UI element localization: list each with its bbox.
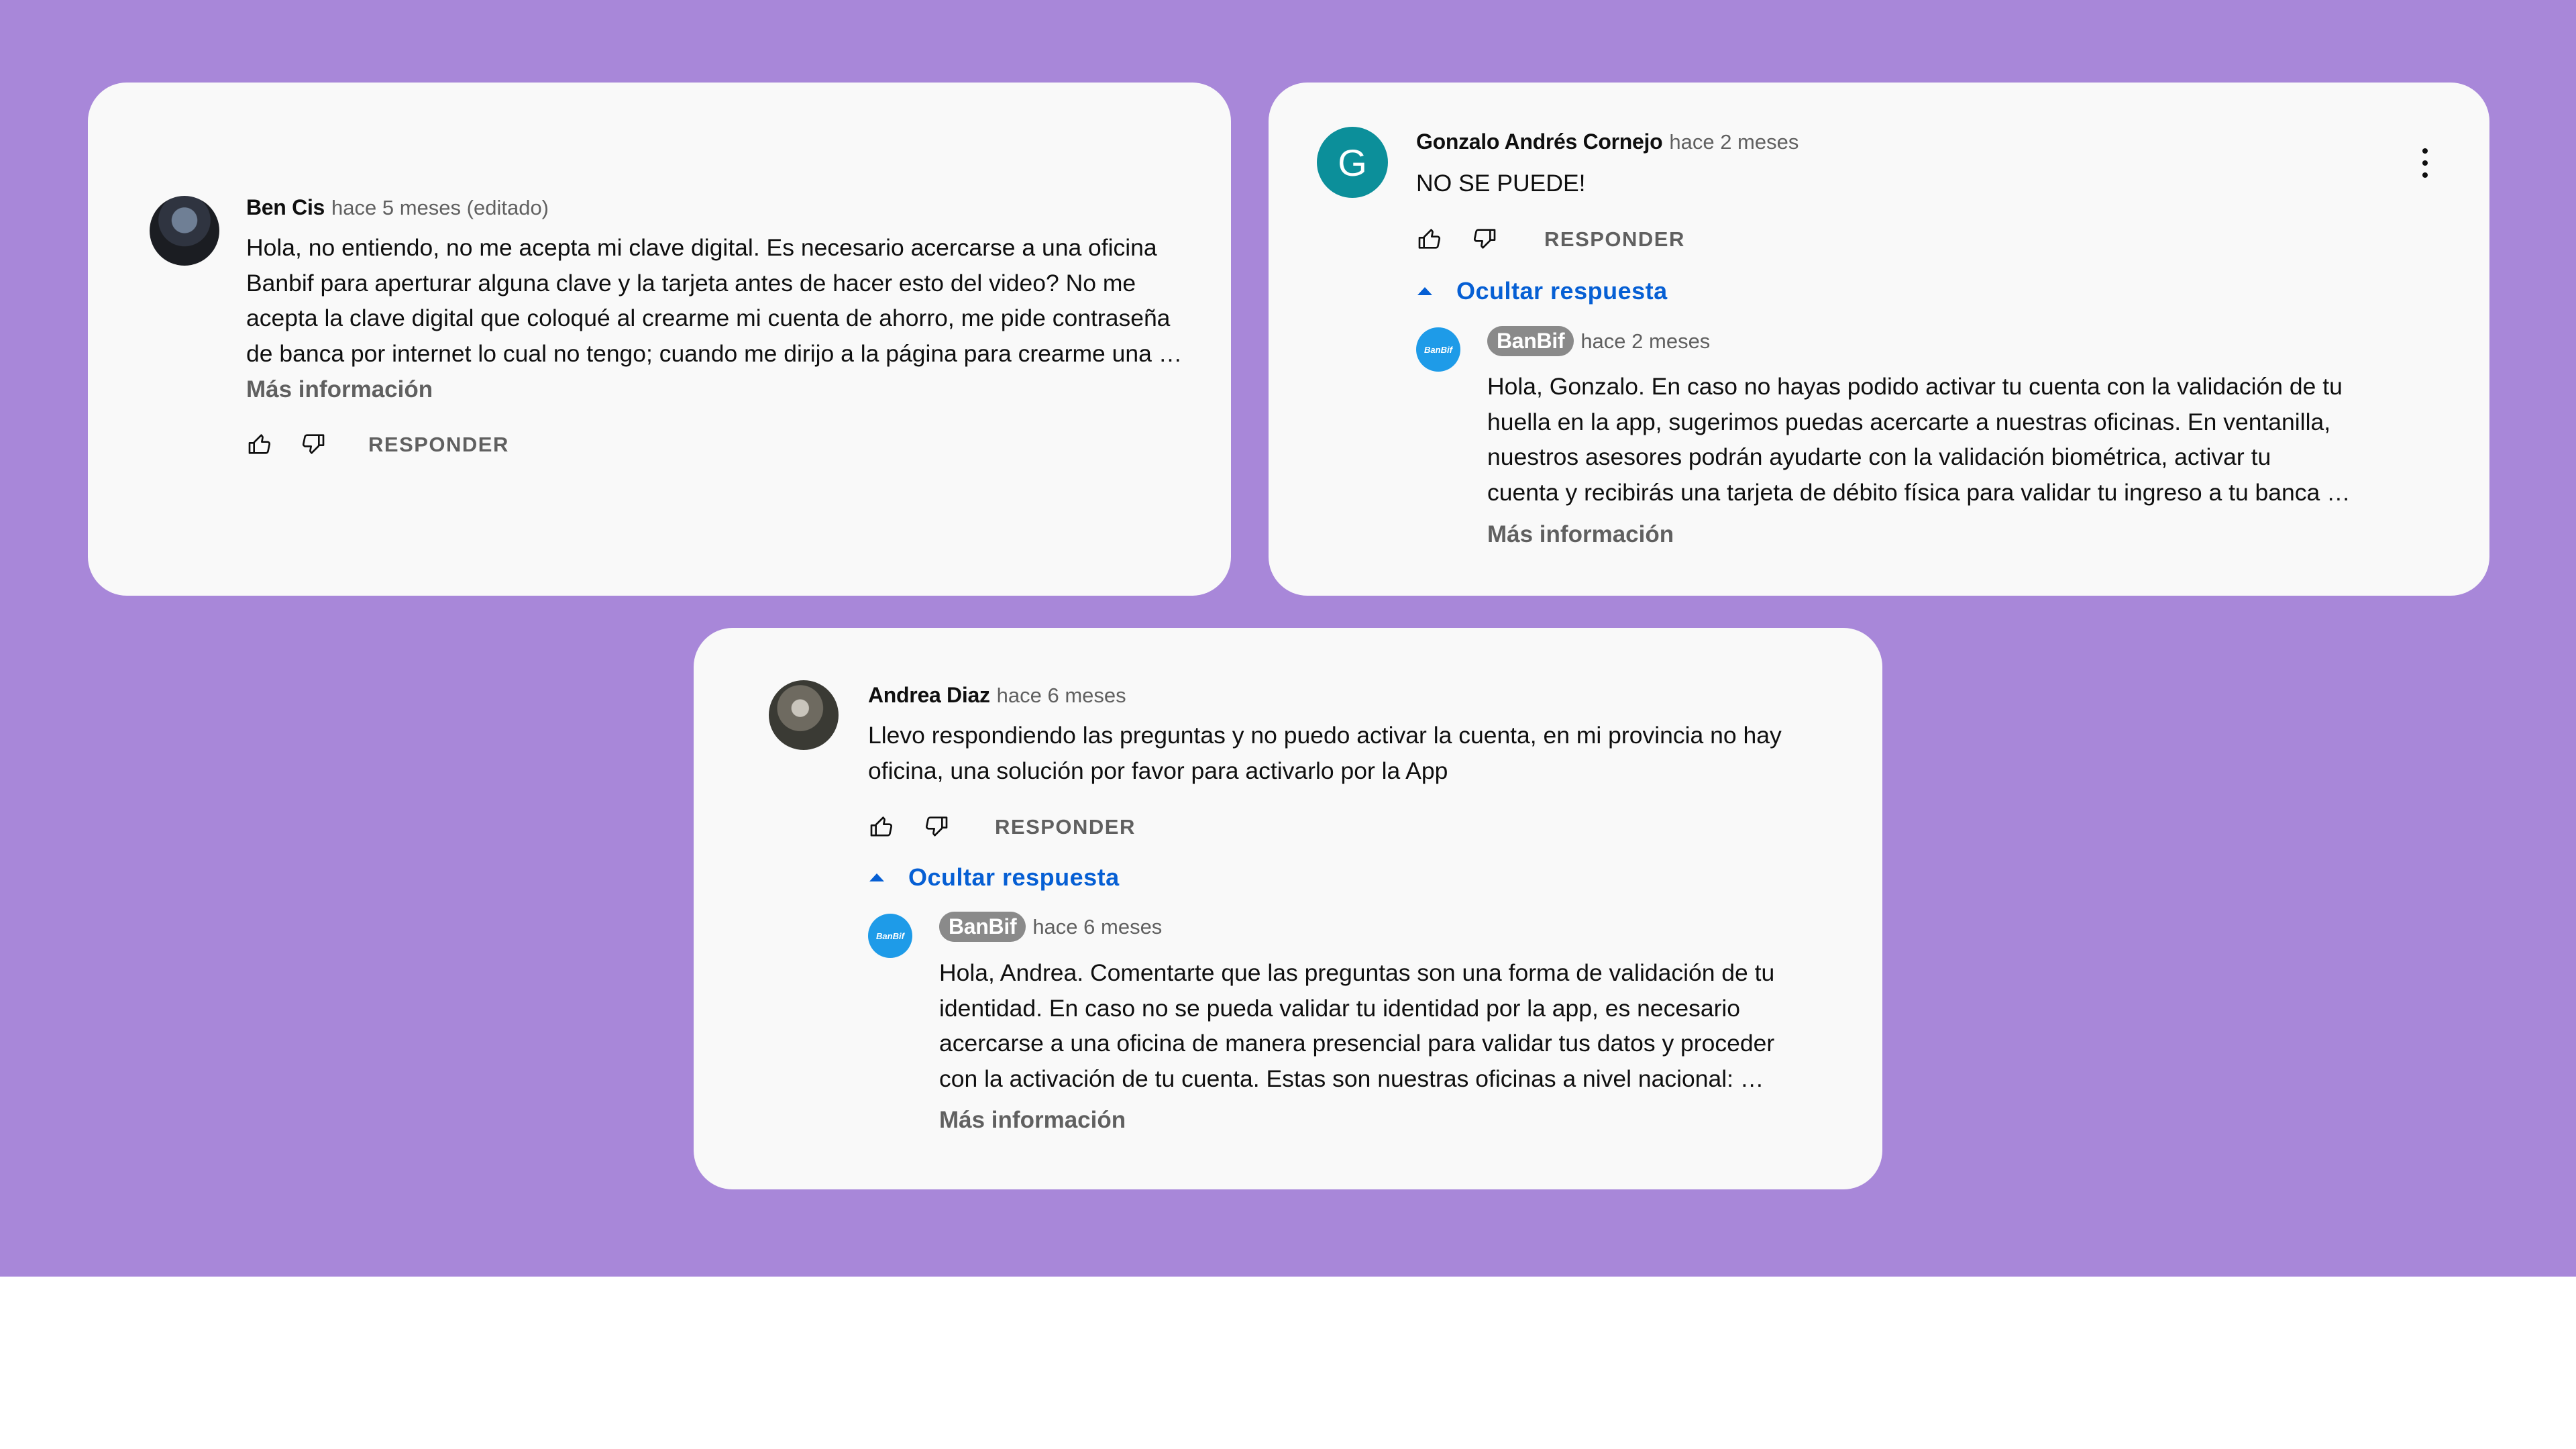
reply-button[interactable]: RESPONDER xyxy=(995,815,1136,839)
avatar[interactable]: BanBif xyxy=(1416,327,1460,372)
reply-time[interactable]: hace 2 meses xyxy=(1580,329,1710,354)
avatar[interactable] xyxy=(769,680,839,750)
thumb-down-icon[interactable] xyxy=(300,431,327,458)
thumb-down-icon[interactable] xyxy=(1471,225,1498,252)
show-more-link[interactable]: Más información xyxy=(1487,521,1674,548)
comment-line: Llevo respondiendo las preguntas y no pu… xyxy=(868,722,1782,749)
reply-line: con la activación de tu cuenta. Estas so… xyxy=(939,1065,1764,1092)
hide-replies-label: Ocultar respuesta xyxy=(908,863,1120,891)
comment-text: NO SE PUEDE! xyxy=(1416,166,1586,201)
author-name[interactable]: Ben Cis xyxy=(246,195,325,220)
comment-text: Hola, no entiendo, no me acepta mi clave… xyxy=(246,230,1182,371)
avatar[interactable]: G xyxy=(1317,127,1388,198)
comment-header: Ben Cis hace 5 meses (editado) xyxy=(246,195,549,220)
reply-line: acercarse a una oficina de manera presen… xyxy=(939,1030,1775,1057)
comment-header: Gonzalo Andrés Cornejo hace 2 meses xyxy=(1416,129,1799,154)
author-name[interactable]: Gonzalo Andrés Cornejo xyxy=(1416,129,1663,154)
comment-line: Hola, no entiendo, no me acepta mi clave… xyxy=(246,234,1157,261)
avatar[interactable] xyxy=(150,196,219,266)
reply-line: cuenta y recibirás una tarjeta de débito… xyxy=(1487,478,2351,506)
comment-card: Ben Cis hace 5 meses (editado) Hola, no … xyxy=(88,83,1231,596)
reply-button[interactable]: RESPONDER xyxy=(1544,227,1685,252)
more-vert-icon[interactable] xyxy=(2418,143,2432,183)
reply-line: nuestros asesores podrán ayudarte con la… xyxy=(1487,443,2271,470)
comment-time[interactable]: hace 2 meses xyxy=(1669,130,1799,154)
comment-time[interactable]: hace 6 meses xyxy=(997,684,1126,708)
reply-header: BanBif hace 6 meses xyxy=(939,912,1162,942)
comment-line: NO SE PUEDE! xyxy=(1416,170,1586,197)
show-more-link[interactable]: Más información xyxy=(246,376,433,403)
comment-line: Banbif para aperturar alguna clave y la … xyxy=(246,269,1136,297)
avatar-brand-text: BanBif xyxy=(1424,344,1452,355)
thumb-up-icon[interactable] xyxy=(246,431,273,458)
caret-up-icon xyxy=(869,873,884,881)
comment-line: de banca por internet lo cual no tengo; … xyxy=(246,339,1183,367)
avatar-letter: G xyxy=(1338,141,1367,184)
thumb-up-icon[interactable] xyxy=(868,813,895,840)
show-more-link[interactable]: Más información xyxy=(939,1107,1126,1134)
reply-button[interactable]: RESPONDER xyxy=(368,433,509,457)
comment-card: Andrea Diaz hace 6 meses Llevo respondie… xyxy=(694,628,1882,1189)
reply-text: Hola, Andrea. Comentarte que las pregunt… xyxy=(939,955,1774,1096)
hide-replies-toggle[interactable]: Ocultar respuesta xyxy=(1416,277,1668,305)
author-badge[interactable]: BanBif xyxy=(939,912,1026,942)
reply-line: Hola, Andrea. Comentarte que las pregunt… xyxy=(939,959,1775,986)
reply-text: Hola, Gonzalo. En caso no hayas podido a… xyxy=(1487,369,2351,510)
author-name[interactable]: Andrea Diaz xyxy=(868,683,990,708)
avatar[interactable]: BanBif xyxy=(868,914,912,958)
comment-line: acepta la clave digital que coloqué al c… xyxy=(246,305,1171,331)
author-badge[interactable]: BanBif xyxy=(1487,326,1574,356)
reply-line: huella en la app, sugerimos puedas acerc… xyxy=(1487,408,2331,435)
caret-up-icon xyxy=(1417,287,1432,295)
comment-header: Andrea Diaz hace 6 meses xyxy=(868,683,1126,708)
comment-time[interactable]: hace 5 meses (editado) xyxy=(331,196,549,220)
reply-line: Hola, Gonzalo. En caso no hayas podido a… xyxy=(1487,373,2343,400)
reply-line: identidad. En caso no se pueda validar t… xyxy=(939,994,1741,1022)
avatar-brand-text: BanBif xyxy=(876,930,904,941)
hide-replies-toggle[interactable]: Ocultar respuesta xyxy=(868,863,1120,892)
thumb-up-icon[interactable] xyxy=(1416,225,1443,252)
thumb-down-icon[interactable] xyxy=(923,813,950,840)
reply-time[interactable]: hace 6 meses xyxy=(1032,915,1162,939)
reply-header: BanBif hace 2 meses xyxy=(1487,326,1710,356)
comment-line: oficina, una solución por favor para act… xyxy=(868,757,1448,784)
comment-card: G Gonzalo Andrés Cornejo hace 2 meses NO… xyxy=(1269,83,2489,596)
hide-replies-label: Ocultar respuesta xyxy=(1456,277,1668,305)
comment-text: Llevo respondiendo las preguntas y no pu… xyxy=(868,718,1782,788)
